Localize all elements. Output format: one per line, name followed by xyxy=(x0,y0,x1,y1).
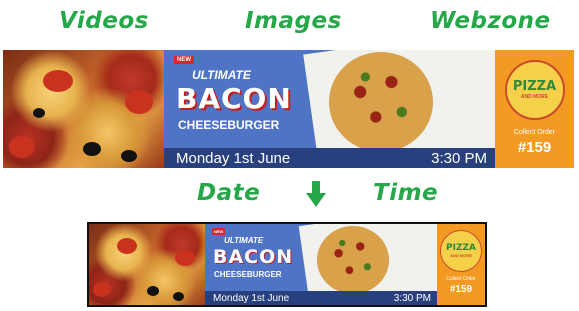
date-label: Date xyxy=(197,180,261,206)
new-tag-small: NEW xyxy=(212,228,226,235)
order-number-small: #159 xyxy=(449,284,473,295)
date-time-bar: Monday 1st June 3:30 PM xyxy=(164,148,495,168)
date-text-small: Monday 1st June xyxy=(213,292,290,304)
promo-line1: ULTIMATE xyxy=(192,68,251,82)
time-text-small: 3:30 PM xyxy=(393,292,431,304)
promo-line3: CHEESEBURGER xyxy=(178,118,280,132)
new-tag: NEW xyxy=(174,56,194,64)
pizza-video-panel xyxy=(3,50,164,168)
webzone-order-panel-small: PIZZA AND MORE Collect Order #159 xyxy=(437,224,485,305)
date-time-bar-small: Monday 1st June 3:30 PM xyxy=(205,291,437,305)
pizza-logo: PIZZA AND MORE xyxy=(504,60,565,120)
arrow-down-icon xyxy=(306,181,326,207)
pizza-logo-small: PIZZA AND MORE xyxy=(440,230,482,272)
date-text: Monday 1st June xyxy=(176,149,291,167)
time-text: 3:30 PM xyxy=(431,149,487,167)
webzone-label: Webzone xyxy=(430,8,551,34)
order-number: #159 xyxy=(517,139,552,156)
promo-line1-small: ULTIMATE xyxy=(224,236,264,245)
collect-order-label-small: Collect Order xyxy=(446,276,476,282)
collect-order-label: Collect Order xyxy=(513,129,556,136)
webzone-order-panel: PIZZA AND MORE Collect Order #159 xyxy=(495,50,574,168)
promo-line2-small: BACON xyxy=(213,246,294,268)
time-label: Time xyxy=(373,180,439,206)
promo-line2: BACON xyxy=(176,82,292,115)
pizza-image xyxy=(329,52,433,152)
videos-label: Videos xyxy=(59,8,149,34)
promo-image-panel-small: NEW ULTIMATE BACON CHEESEBURGER Monday 1… xyxy=(205,224,437,305)
signage-banner-small: NEW ULTIMATE BACON CHEESEBURGER Monday 1… xyxy=(87,222,487,307)
signage-banner-large: NEW ULTIMATE BACON CHEESEBURGER Monday 1… xyxy=(3,50,574,168)
promo-line3-small: CHEESEBURGER xyxy=(214,270,282,279)
images-label: Images xyxy=(245,8,342,34)
promo-image-panel: NEW ULTIMATE BACON CHEESEBURGER Monday 1… xyxy=(164,50,495,168)
pizza-video-panel-small xyxy=(89,224,205,305)
pizza-image-small xyxy=(317,226,389,294)
